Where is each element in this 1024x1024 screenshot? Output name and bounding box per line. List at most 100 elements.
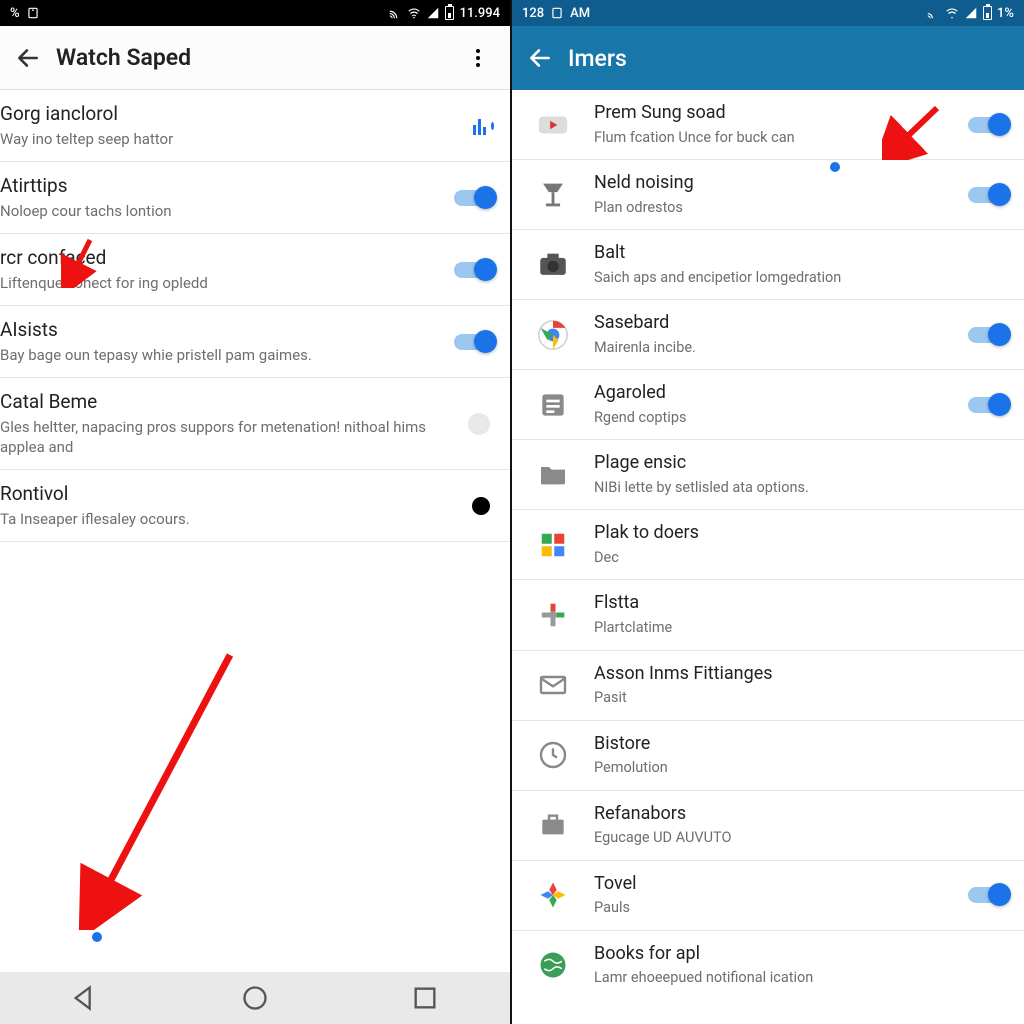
status-clock: 11.994: [459, 6, 500, 21]
app-row[interactable]: RefanaborsEgucage UD AUVUTO: [512, 791, 1024, 861]
toggle-switch[interactable]: [968, 327, 1008, 343]
status-battery-text: 1%: [997, 6, 1014, 21]
app-row[interactable]: AgaroledRgend coptips: [512, 370, 1024, 440]
app-title: Balt: [594, 242, 1008, 265]
app-row[interactable]: Books for aplLamr ehoeepued notifional i…: [512, 931, 1024, 1000]
battery-icon: [983, 6, 992, 20]
app-row[interactable]: TovelPauls: [512, 861, 1024, 931]
app-row[interactable]: Flstta Plartclatime: [512, 580, 1024, 650]
setting-row[interactable]: Catal Beme Gles heltter, napacing pros s…: [0, 378, 510, 470]
app-row[interactable]: SasebardMairenla incibe.: [512, 300, 1024, 370]
overflow-menu-button[interactable]: [454, 34, 502, 82]
toggle-switch[interactable]: [454, 262, 494, 278]
app-row[interactable]: Plak to doers Dec: [512, 510, 1024, 580]
camera-icon: [534, 246, 572, 284]
status-bar-left: % 11.994: [0, 0, 510, 26]
app-title: Plak to doers: [594, 522, 1008, 545]
setting-row[interactable]: Gorg ianclorol Way ino teltep seep hatto…: [0, 90, 510, 162]
setting-subtitle: Bay bage oun tepasy whie pristell pam ga…: [0, 345, 444, 365]
page-title: Watch Saped: [52, 44, 454, 71]
app-subtitle: Flum fcation Unce for buck can: [594, 128, 958, 148]
setting-row[interactable]: Atirttips Noloep cour tachs lontion: [0, 162, 510, 234]
app-row[interactable]: BistorePemolution: [512, 721, 1024, 791]
app-title: Bistore: [594, 733, 1008, 756]
signal-icon: [964, 6, 978, 20]
app-subtitle: NIBi lette by setlisled ata options.: [594, 478, 1008, 498]
chrome-icon: [534, 316, 572, 354]
setting-row[interactable]: rcr confaced Liftenque conect for ing op…: [0, 234, 510, 306]
wifi-icon: [407, 6, 421, 20]
setting-subtitle: Way ino teltep seep hattor: [0, 129, 473, 149]
setting-row[interactable]: Rontivol Ta Inseaper iflesaley ocours.: [0, 470, 510, 542]
status-time-num: 128: [522, 6, 544, 21]
plus-icon: [534, 596, 572, 634]
info-icon: [468, 413, 490, 435]
app-row[interactable]: Neld noising Plan odrestos: [512, 160, 1024, 230]
battery-icon: [445, 6, 454, 20]
phone-right: 128 AM 1% Imers Prem Sung soad Flum fcati…: [512, 0, 1024, 1024]
app-subtitle: Plan odrestos: [594, 198, 958, 218]
toggle-switch[interactable]: [968, 887, 1008, 903]
toggle-switch[interactable]: [968, 117, 1008, 133]
setting-title: AIsists: [0, 318, 444, 342]
status-time-ampm: AM: [570, 6, 590, 21]
app-subtitle: Pauls: [594, 898, 958, 918]
settings-list-left: Gorg ianclorol Way ino teltep seep hatto…: [0, 90, 510, 972]
news-icon: [534, 386, 572, 424]
app-row[interactable]: Prem Sung soad Flum fcation Unce for buck…: [512, 90, 1024, 160]
toggle-switch[interactable]: [454, 334, 494, 350]
nav-bar: [0, 972, 510, 1024]
radio-indicator-icon: [472, 497, 490, 515]
setting-title: Rontivol: [0, 482, 472, 506]
status-notification-icon: [26, 6, 40, 20]
setting-subtitle: Noloep cour tachs lontion: [0, 201, 444, 221]
cast-icon: [926, 6, 940, 20]
cast-icon: [388, 6, 402, 20]
photos-icon: [534, 876, 572, 914]
app-subtitle: Lamr ehoeepued notifional ication: [594, 968, 1008, 988]
app-subtitle: Plartclatime: [594, 618, 1008, 638]
app-subtitle: Pasit: [594, 688, 1008, 708]
nav-back-button[interactable]: [71, 984, 99, 1012]
toggle-switch[interactable]: [968, 397, 1008, 413]
app-title: Asson Inms Fittianges: [594, 663, 1008, 686]
app-title: Prem Sung soad: [594, 102, 958, 125]
setting-subtitle: Liftenque conect for ing opledd: [0, 273, 444, 293]
back-button[interactable]: [516, 34, 564, 82]
setting-subtitle: Ta Inseaper iflesaley ocours.: [0, 509, 472, 529]
setting-title: Gorg ianclorol: [0, 102, 473, 126]
mail-icon: [534, 666, 572, 704]
app-subtitle: Rgend coptips: [594, 408, 958, 428]
toggle-switch[interactable]: [454, 190, 494, 206]
app-title: Refanabors: [594, 803, 1008, 826]
app-title: Sasebard: [594, 312, 958, 335]
app-title: Books for apl: [594, 943, 1008, 966]
nav-recent-button[interactable]: [411, 984, 439, 1012]
app-title: Flstta: [594, 592, 1008, 615]
arrow-back-icon: [527, 45, 553, 71]
setting-title: Atirttips: [0, 174, 444, 198]
setting-subtitle: Gles heltter, napacing pros suppors for …: [0, 417, 468, 458]
grid-icon: [534, 526, 572, 564]
app-row[interactable]: Asson Inms FittiangesPasit: [512, 651, 1024, 721]
toolbar-left: Watch Saped: [0, 26, 510, 90]
toggle-switch[interactable]: [968, 187, 1008, 203]
equalizer-icon: [473, 117, 494, 135]
youtube-icon: [534, 106, 572, 144]
more-vert-icon: [466, 46, 490, 70]
globe-icon: [534, 946, 572, 984]
annotation-dot-icon: [92, 932, 102, 942]
app-row[interactable]: Plage ensicNIBi lette by setlisled ata o…: [512, 440, 1024, 510]
nav-home-button[interactable]: [241, 984, 269, 1012]
folder-icon: [534, 456, 572, 494]
app-subtitle: Pemolution: [594, 758, 1008, 778]
app-title: Neld noising: [594, 172, 958, 195]
toolbar-right: Imers: [512, 26, 1024, 90]
app-row[interactable]: BaltSaich aps and encipetior lomgedratio…: [512, 230, 1024, 300]
app-subtitle: Dec: [594, 548, 1008, 568]
setting-row[interactable]: AIsists Bay bage oun tepasy whie pristel…: [0, 306, 510, 378]
back-button[interactable]: [4, 34, 52, 82]
app-settings-list: Prem Sung soad Flum fcation Unce for buck…: [512, 90, 1024, 1024]
app-title: Tovel: [594, 873, 958, 896]
clock-icon: [534, 736, 572, 774]
